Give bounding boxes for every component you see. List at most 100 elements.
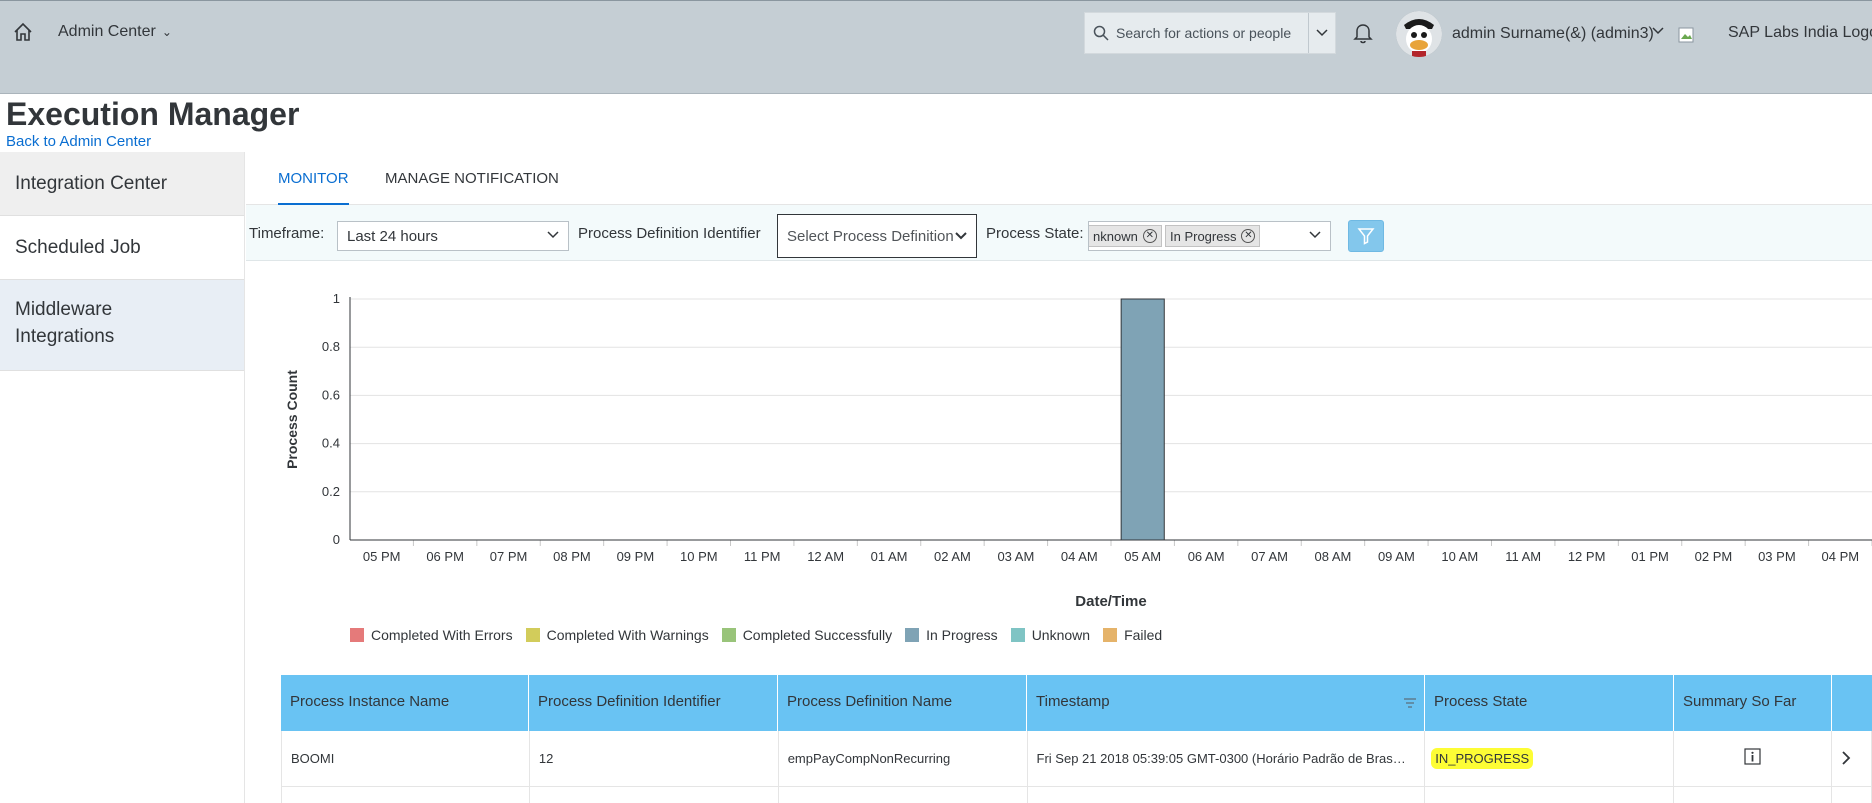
legend-item[interactable]: Completed Successfully [721, 625, 893, 645]
column-header-summary[interactable]: Summary So Far [1674, 675, 1832, 731]
home-icon[interactable] [12, 21, 34, 43]
token-label: nknown [1093, 228, 1138, 244]
column-header-instance-name[interactable]: Process Instance Name [281, 675, 529, 731]
column-header-timestamp[interactable]: Timestamp [1027, 675, 1425, 731]
x-tick-label: 07 AM [1251, 549, 1288, 564]
cell [1425, 787, 1675, 803]
process-count-chart: 0 0.2 0.4 0.6 0.8 1 05 PM 06 PM 07 PM 08 PM 09 PM 1… [246, 262, 1872, 662]
cell [530, 787, 779, 803]
chevron-right-icon[interactable] [1841, 750, 1851, 766]
x-tick-label: 04 AM [1061, 549, 1098, 564]
x-tick-label: 07 PM [490, 549, 528, 564]
x-tick-label: 11 AM [1505, 549, 1541, 564]
legend-item[interactable]: In Progress [905, 625, 998, 645]
x-tick-label: 09 PM [617, 549, 655, 564]
bell-icon[interactable] [1353, 22, 1373, 44]
legend-item[interactable]: Completed With Errors [350, 625, 513, 645]
broken-image-icon [1678, 27, 1694, 43]
search-scope-dropdown[interactable] [1308, 13, 1335, 53]
search-icon [1093, 25, 1109, 41]
tab-manage-notification[interactable]: MANAGE NOTIFICATION [385, 170, 559, 205]
legend-item[interactable]: Completed With Warnings [525, 625, 709, 645]
legend-swatch [1103, 628, 1118, 642]
chevron-down-icon [955, 232, 967, 240]
sort-icon[interactable] [1403, 697, 1417, 709]
cell-timestamp: Fri Sep 21 2018 05:39:05 GMT-0300 (Horár… [1028, 731, 1426, 787]
legend-item[interactable]: Failed [1103, 625, 1162, 645]
process-definition-placeholder: Select Process Definition I [787, 227, 955, 245]
x-tick-label: 12 AM [807, 549, 844, 564]
process-state-multiselect[interactable]: nknown ✕ In Progress ✕ [1088, 221, 1331, 251]
filter-bar: Timeframe: Last 24 hours Process Definit… [246, 205, 1872, 261]
x-tick-label: 11 PM [744, 549, 781, 564]
process-state-value: IN_PROGRESS [1431, 748, 1534, 769]
column-header-definition-identifier[interactable]: Process Definition Identifier [529, 675, 778, 731]
shell-title-menu[interactable]: Admin Center ⌄ [58, 23, 172, 41]
column-header-label: Summary So Far [1683, 693, 1797, 710]
search-box[interactable]: Search for actions or people [1084, 12, 1336, 54]
cell [1028, 787, 1426, 803]
x-axis-title: Date/Time [1075, 593, 1146, 610]
chevron-down-icon [547, 231, 559, 239]
search-input[interactable]: Search for actions or people [1085, 13, 1308, 53]
x-tick-label: 02 PM [1695, 549, 1733, 564]
company-logo-text: SAP Labs India Logo [1728, 24, 1872, 41]
apply-filter-button[interactable] [1348, 220, 1384, 252]
x-tick-label: 06 AM [1188, 549, 1225, 564]
nav-item-scheduled-job[interactable]: Scheduled Job [0, 216, 244, 280]
nav-item-label: Middleware Integrations [15, 299, 115, 347]
token-remove-icon[interactable]: ✕ [1142, 229, 1157, 243]
nav-item-middleware-integrations[interactable]: Middleware Integrations [0, 280, 244, 371]
process-definition-select[interactable]: Select Process Definition I [777, 214, 977, 258]
cell [1674, 787, 1833, 803]
column-header-definition-name[interactable]: Process Definition Name [778, 675, 1027, 731]
legend-swatch [525, 628, 540, 642]
x-tick-label: 10 PM [680, 549, 718, 564]
x-tick-label: 06 PM [426, 549, 464, 564]
y-tick-label: 0.4 [322, 436, 340, 451]
y-tick-label: 0 [333, 532, 340, 547]
state-token-in-progress: In Progress ✕ [1165, 225, 1261, 247]
x-tick-label: 03 AM [997, 549, 1034, 564]
nav-item-integration-center[interactable]: Integration Center [0, 152, 244, 216]
x-tick-label: 08 PM [553, 549, 591, 564]
y-tick-label: 1 [333, 291, 340, 306]
shell-header: Admin Center ⌄ Search for actions or peop… [0, 0, 1872, 94]
process-table: Process Instance Name Process Definition… [281, 675, 1872, 803]
search-placeholder: Search for actions or people [1116, 25, 1292, 41]
chevron-down-icon [1316, 29, 1328, 37]
chevron-down-icon[interactable] [1652, 27, 1664, 35]
state-token-unknown: nknown ✕ [1089, 225, 1162, 247]
x-tick-label: 01 PM [1631, 549, 1669, 564]
x-tick-label: 10 AM [1441, 549, 1478, 564]
bar-chart-svg: 0 0.2 0.4 0.6 0.8 1 05 PM 06 PM 07 PM 08 PM 09 PM 1… [284, 291, 1872, 610]
legend-label: Completed With Errors [371, 627, 513, 643]
legend-label: Failed [1124, 627, 1163, 643]
nav-item-label: Integration Center [15, 173, 168, 194]
avatar-icon [1396, 11, 1442, 57]
bar-05-am[interactable] [1120, 298, 1165, 541]
token-remove-icon[interactable]: ✕ [1241, 229, 1256, 243]
column-header-label: Process State [1434, 693, 1528, 710]
tab-monitor[interactable]: MONITOR [278, 170, 349, 205]
timeframe-label: Timeframe: [249, 225, 325, 242]
cell-instance-name: BOOMI [282, 731, 530, 787]
x-tick-label: 01 AM [871, 549, 908, 564]
table-row[interactable]: BOOMI 12 empPayCompNonRecurring Fri Sep … [281, 731, 1872, 787]
info-icon[interactable] [1744, 748, 1761, 765]
table-header: Process Instance Name Process Definition… [281, 675, 1872, 731]
avatar[interactable] [1396, 11, 1442, 57]
legend-item[interactable]: Unknown [1010, 625, 1090, 645]
shell-title: Admin Center [58, 23, 156, 40]
tab-label: MONITOR [278, 170, 349, 187]
chevron-down-icon: ⌄ [161, 25, 172, 39]
timeframe-select[interactable]: Last 24 hours [337, 221, 569, 251]
legend-label: Completed Successfully [742, 627, 893, 643]
legend-swatch [721, 628, 736, 642]
back-to-admin-link[interactable]: Back to Admin Center [6, 133, 151, 150]
chevron-down-icon[interactable] [1309, 231, 1321, 239]
table-row[interactable] [281, 787, 1872, 803]
user-name[interactable]: admin Surname(&) (admin3) [1452, 25, 1654, 43]
column-header-process-state[interactable]: Process State [1425, 675, 1674, 731]
tab-bar: MONITOR MANAGE NOTIFICATION [246, 152, 1872, 205]
